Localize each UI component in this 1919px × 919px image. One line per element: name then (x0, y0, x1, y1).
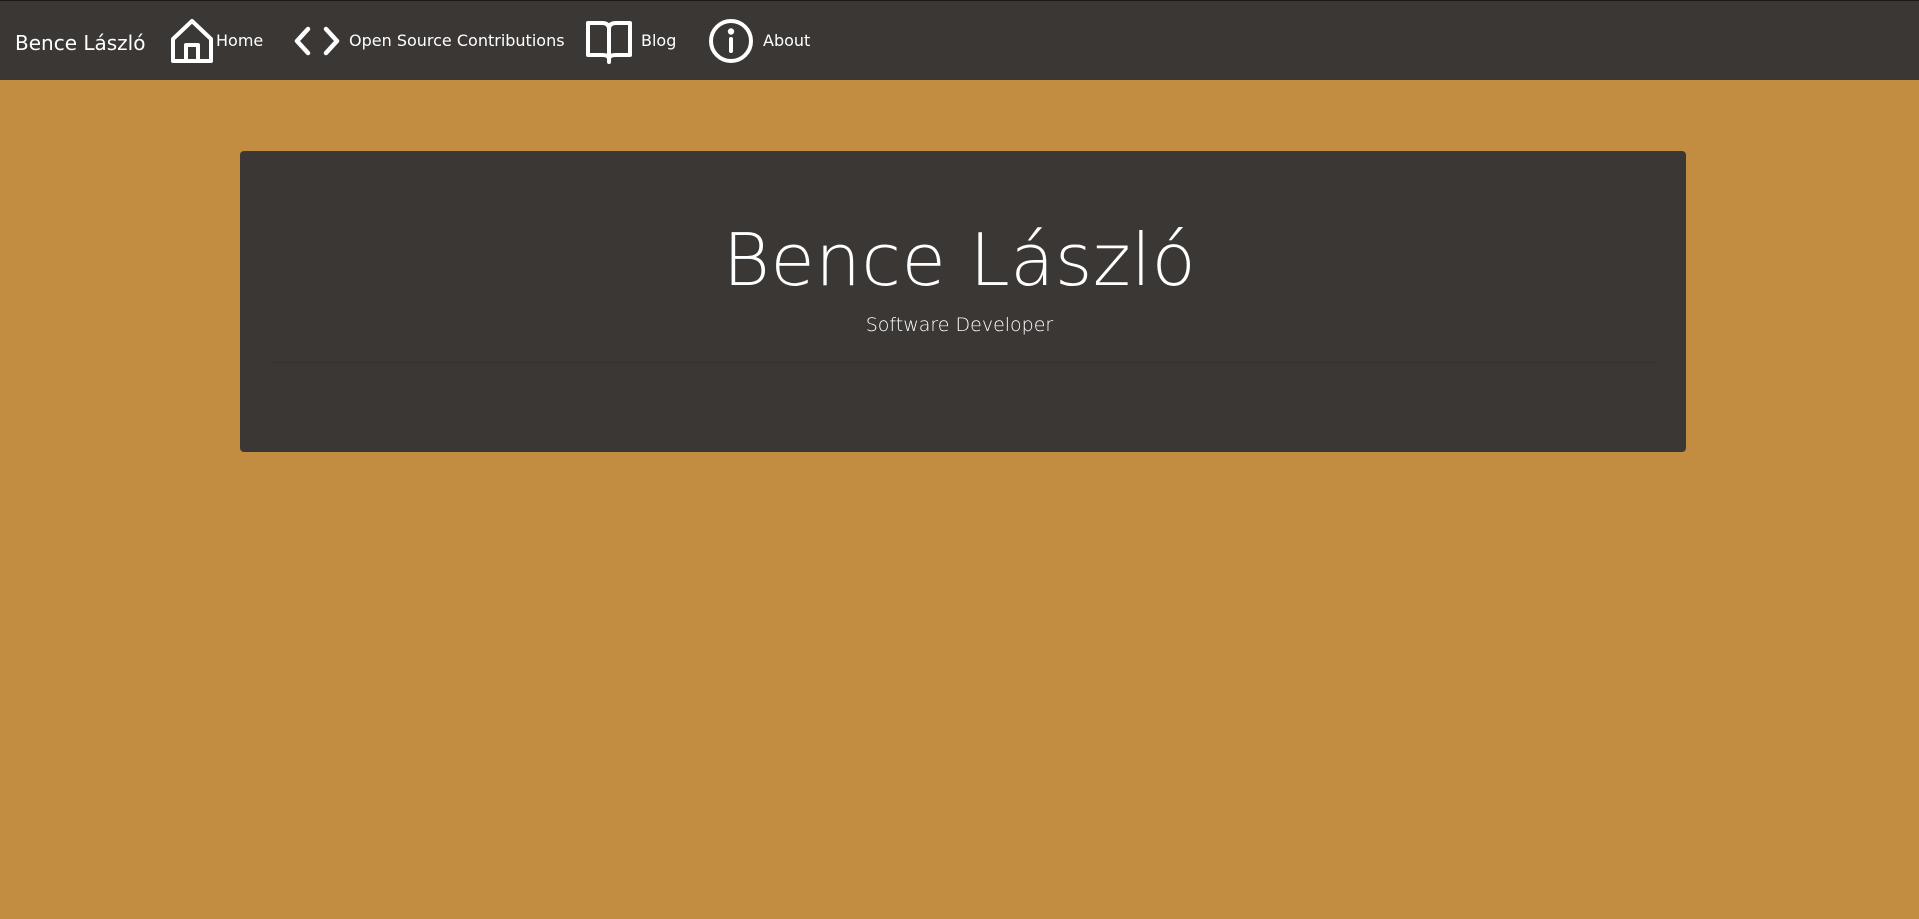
nav-item-label: Home (216, 31, 264, 50)
brand-link[interactable]: Bence László (15, 29, 145, 57)
code-icon (293, 17, 341, 65)
nav-item-label: About (763, 31, 811, 50)
hero-title: Bence László (722, 218, 1197, 302)
nav-item-label: Open Source Contributions (349, 31, 565, 50)
nav-item-label: Blog (641, 31, 677, 50)
nav-item-home[interactable]: Home (168, 1, 268, 81)
nav-item-blog[interactable]: Blog (585, 1, 680, 81)
nav-item-about[interactable]: About (707, 1, 812, 81)
top-navbar: Bence László Home Open Source Contributi… (0, 0, 1919, 80)
info-icon (707, 17, 755, 65)
hero-subtitle: Software Developer (865, 314, 1054, 336)
home-icon (168, 17, 216, 65)
hero-divider (270, 362, 1656, 363)
nav-item-open-source[interactable]: Open Source Contributions (293, 1, 565, 81)
book-icon (585, 17, 633, 65)
